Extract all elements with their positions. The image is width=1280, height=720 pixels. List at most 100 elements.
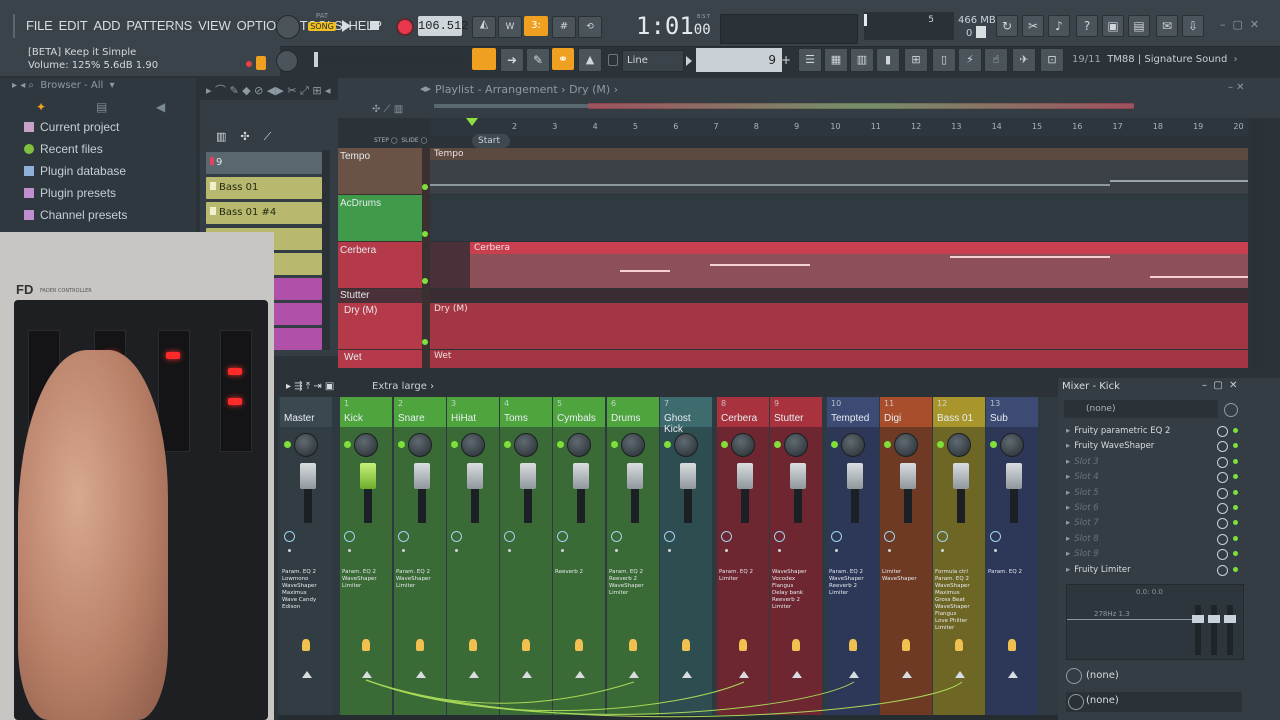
channel-row[interactable]: Bass 01 #4	[206, 202, 322, 224]
mixer-view-icons[interactable]: ▸ ⇶ ⤒ ⇥ ▣	[286, 381, 334, 392]
pan-knob[interactable]	[947, 433, 971, 457]
route-dot[interactable]	[348, 549, 351, 552]
pan-knob[interactable]	[1000, 433, 1024, 457]
pan-knob[interactable]	[674, 433, 698, 457]
clip-dry[interactable]: Dry (M)	[430, 303, 1248, 315]
slot-mix-knob[interactable]	[1217, 564, 1228, 576]
route-dot[interactable]	[835, 549, 838, 552]
browser-item-plugin-database[interactable]: Plugin database	[24, 164, 126, 178]
track-header-acdrums[interactable]: AcDrums	[338, 195, 428, 241]
start-marker[interactable]: Start	[472, 134, 510, 148]
window-controls[interactable]: – ▢ ✕	[1220, 18, 1259, 31]
menu-edit[interactable]: EDIT	[59, 18, 88, 33]
mixer-window-controls[interactable]: – ▢ ✕	[1202, 380, 1238, 391]
track-enable-led[interactable]	[344, 441, 351, 448]
file-icon[interactable]: ▯	[932, 48, 956, 72]
play-icon[interactable]	[342, 20, 351, 32]
mixer-size[interactable]: Extra large ›	[372, 381, 434, 392]
slot-mix-knob[interactable]	[1217, 487, 1228, 499]
playlist-window-controls[interactable]: – ✕	[1228, 82, 1245, 93]
clip-tempo[interactable]: Tempo	[430, 148, 1248, 160]
arrow-right-icon[interactable]: ➜	[500, 48, 524, 72]
menu-patterns[interactable]: PATTERNS	[126, 18, 192, 33]
track-lane-dry[interactable]: Dry (M)	[430, 303, 1248, 349]
countdown-icon[interactable]: 3:	[524, 16, 548, 36]
track-lane-cerbera[interactable]: Cerbera	[430, 242, 1248, 288]
insert-slot[interactable]: ▸ Slot 6	[1066, 501, 1238, 515]
stereo-separation-icon[interactable]	[451, 531, 462, 542]
insert-slot[interactable]: ▸ Fruity Limiter	[1066, 563, 1238, 577]
slot-mix-knob[interactable]	[1217, 441, 1228, 453]
route-dot[interactable]	[725, 549, 728, 552]
stereo-separation-icon[interactable]	[831, 531, 842, 542]
slot-mix-knob[interactable]	[1217, 472, 1228, 484]
route-dot[interactable]	[615, 549, 618, 552]
route-dot[interactable]	[941, 549, 944, 552]
track-enable-led[interactable]	[990, 441, 997, 448]
volume-fader-cap[interactable]	[467, 463, 483, 489]
macro-icon[interactable]: ✈	[1012, 48, 1036, 72]
output-clock-icon[interactable]	[1066, 668, 1082, 684]
clip-wet[interactable]: Wet	[430, 350, 1248, 362]
pan-knob[interactable]	[731, 433, 755, 457]
output-select-1[interactable]: (none)	[1086, 670, 1119, 681]
menu-view[interactable]: VIEW	[198, 18, 231, 33]
slot-mix-knob[interactable]	[1217, 456, 1228, 468]
stereo-separation-icon[interactable]	[990, 531, 1001, 542]
pencil-icon[interactable]: ✎	[526, 48, 550, 72]
volume-fader-cap[interactable]	[1006, 463, 1022, 489]
slot-mix-knob[interactable]	[1217, 549, 1228, 561]
track-header-cerbera[interactable]: Cerbera	[338, 242, 428, 288]
channel-row[interactable]: Bass 01	[206, 177, 322, 199]
menu-file[interactable]: FILE	[26, 18, 53, 33]
metronome-icon[interactable]: ◭	[472, 16, 496, 38]
disconnect-icon[interactable]: ✂	[1022, 15, 1044, 37]
track-mute-led[interactable]	[422, 278, 428, 284]
track-header-tempo[interactable]: Tempo	[338, 148, 428, 194]
playlist-menu-icon[interactable]: ◂▸	[420, 82, 431, 95]
master-volume-knob[interactable]	[276, 15, 300, 39]
pan-knob[interactable]	[841, 433, 865, 457]
volume-fader-cap[interactable]	[627, 463, 643, 489]
track-mute-led[interactable]	[422, 339, 428, 345]
chat-icon[interactable]: ✉	[1156, 15, 1178, 37]
track-lane-acdrums[interactable]	[430, 195, 1248, 241]
route-dot[interactable]	[561, 549, 564, 552]
channel-rack-scrollbar[interactable]	[322, 150, 330, 350]
route-dot[interactable]	[288, 549, 291, 552]
loop-record-icon[interactable]: ⟲	[578, 16, 602, 38]
volume-fader-cap[interactable]	[414, 463, 430, 489]
browser-header[interactable]: ▸ ◂ ⌕ Browser - All ▾	[12, 80, 115, 91]
track-enable-led[interactable]	[937, 441, 944, 448]
track-mute-led[interactable]	[422, 231, 428, 237]
pan-knob[interactable]	[514, 433, 538, 457]
pan-knob[interactable]	[567, 433, 591, 457]
master-pitch-knob[interactable]	[276, 50, 298, 72]
download-icon[interactable]: ⇩	[1182, 15, 1204, 37]
track-header-wet[interactable]: Wet	[338, 350, 422, 368]
output-arrow-icon[interactable]	[1068, 694, 1084, 710]
shop-icon[interactable]: ⊡	[1040, 48, 1064, 72]
insert-slot[interactable]: ▸ Slot 7	[1066, 516, 1238, 530]
volume-fader-cap[interactable]	[300, 463, 316, 489]
volume-fader-cap[interactable]	[680, 463, 696, 489]
playhead-marker[interactable]	[466, 118, 478, 126]
route-dot[interactable]	[508, 549, 511, 552]
insert-slot[interactable]: ▸ Slot 5	[1066, 486, 1238, 500]
piano-roll-icon[interactable]: ▦	[824, 48, 848, 72]
microphone-icon[interactable]: ♪	[1048, 15, 1070, 37]
track-enable-led[interactable]	[398, 441, 405, 448]
browser-star-icon[interactable]: ✦	[36, 100, 46, 114]
track-lane-tempo[interactable]: Tempo	[430, 148, 1248, 194]
track-enable-led[interactable]	[451, 441, 458, 448]
pan-knob[interactable]	[784, 433, 808, 457]
browser-item-recent-files[interactable]: Recent files	[24, 142, 103, 156]
browser-file-icon[interactable]: ▤	[96, 100, 107, 114]
stamp-icon[interactable]: ▲	[578, 48, 602, 72]
stop-icon[interactable]	[370, 21, 379, 30]
slot-enable-led[interactable]	[1233, 458, 1238, 464]
pan-knob[interactable]	[408, 433, 432, 457]
stereo-separation-icon[interactable]	[398, 531, 409, 542]
slot-enable-led[interactable]	[1233, 428, 1238, 433]
track-mute-led[interactable]	[422, 184, 428, 190]
